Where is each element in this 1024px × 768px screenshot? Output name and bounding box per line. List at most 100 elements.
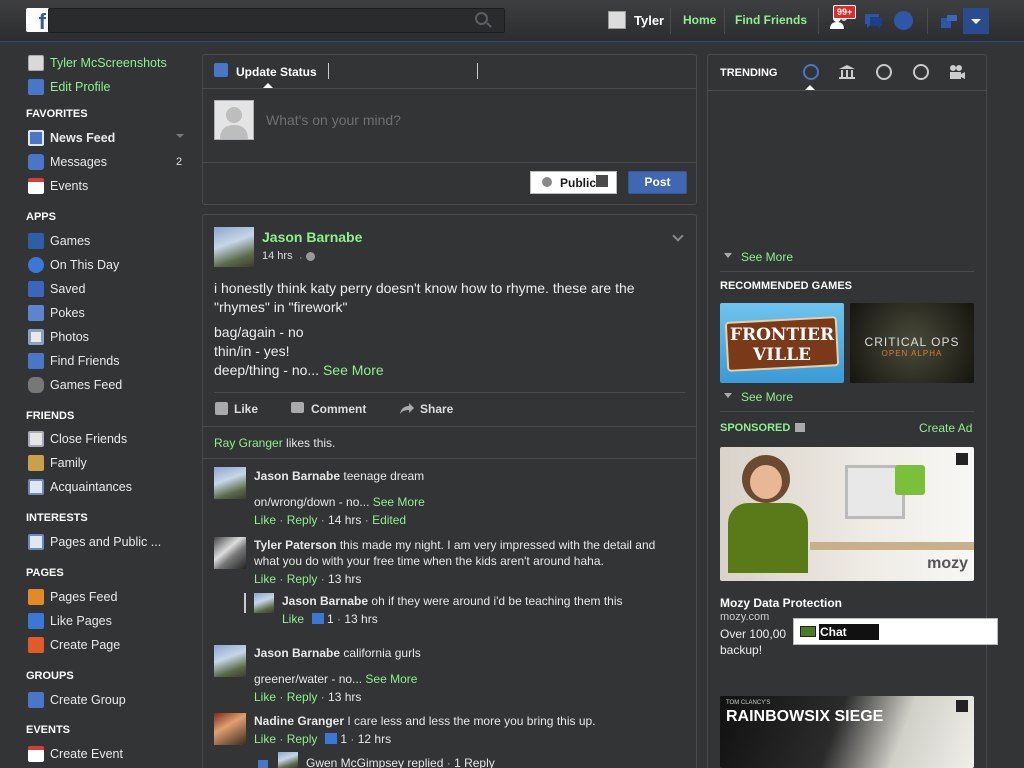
notifications-globe-icon[interactable] [894,11,913,30]
edit-profile-link[interactable]: Edit Profile [50,80,110,94]
tab-update-status[interactable]: Update Status [236,65,317,79]
megaphone-icon [795,423,805,432]
comment-time[interactable]: 14 hrs [328,513,361,527]
sidebar-edit-profile[interactable]: Edit Profile [28,77,110,97]
profile-name-link[interactable]: Tyler McScreenshots [50,56,167,70]
ad-title[interactable]: Mozy Data Protection [720,596,842,610]
ad-url[interactable]: mozy.com [720,611,769,623]
comment-time[interactable]: 13 hrs [344,612,377,626]
comment-reply-link[interactable]: Reply [287,572,318,586]
post-time[interactable]: 14 hrs [262,250,293,262]
post-button[interactable]: Post [628,171,687,194]
status-input[interactable]: What's on your mind? [266,112,401,128]
post-author[interactable]: Jason Barnabe [262,229,362,245]
replies-count[interactable]: 1 Reply [454,756,495,768]
search-input[interactable] [48,8,505,33]
avatar[interactable] [214,467,246,499]
sidebar-item-create-group[interactable]: Create Group [28,690,126,710]
chat-label[interactable]: Chat [819,624,879,640]
edited-link[interactable]: Edited [372,513,406,527]
comment-like-link[interactable]: Like [282,612,304,626]
sports-icon[interactable] [913,64,929,80]
liker-link[interactable]: Ray Granger [214,436,283,450]
avatar[interactable] [214,713,246,745]
ad-image-mozy[interactable]: mozy [720,447,974,581]
see-more-link[interactable]: See More [741,250,793,264]
comment-like-link[interactable]: Like [254,572,276,586]
replies-link[interactable]: Gwen McGimpsey replied · 1 Reply [306,755,495,768]
account-menu-button[interactable] [963,8,989,34]
comment-reply-link[interactable]: Reply [287,690,318,704]
sidebar-item-games[interactable]: Games [28,231,90,251]
ad-image-rainbow-six[interactable]: TOM CLANCY'S RAINBOWSIX SIEGE [720,696,974,768]
comment-reply-link[interactable]: Reply [287,732,318,746]
sidebar-item-on-this-day[interactable]: On This Day [28,255,119,275]
sidebar-item-saved[interactable]: Saved [28,279,85,299]
game-tile-critical-ops[interactable]: CRITICAL OPS OPEN ALPHA [850,303,974,383]
sidebar-item-pages-and-public[interactable]: Pages and Public ... [28,532,161,552]
sidebar-item-messages[interactable]: Messages [28,152,107,172]
comment-reply-link[interactable]: Reply [287,513,318,527]
home-link[interactable]: Home [683,13,716,27]
reply-author[interactable]: Gwen McGimpsey [306,756,404,768]
comment-author[interactable]: Nadine Granger [254,714,344,728]
ad-close-icon[interactable] [956,453,968,465]
find-friends-link[interactable]: Find Friends [735,13,807,27]
game-tile-frontierville[interactable]: FRONTIER VILLE [720,303,844,383]
entertainment-icon[interactable] [948,64,966,80]
sidebar-item-family[interactable]: Family [28,453,87,473]
audience-label: Public [560,176,597,190]
facebook-logo[interactable]: f [26,8,50,32]
sidebar-item-games-feed[interactable]: Games Feed [28,375,122,395]
profile-link[interactable]: Tyler [634,13,664,28]
ad-close-icon[interactable] [956,700,968,712]
comment-author[interactable]: Tyler Paterson [254,538,336,552]
share-button[interactable]: Share [420,402,453,416]
sidebar-profile[interactable]: Tyler McScreenshots [28,53,167,73]
comment-author[interactable]: Jason Barnabe [254,469,340,483]
see-more-link[interactable]: See More [323,362,384,378]
sidebar-item-news-feed[interactable]: News Feed [28,128,115,148]
sidebar-item-events[interactable]: Events [28,176,88,196]
science-icon[interactable] [876,64,892,80]
gamepad-icon [28,377,44,393]
like-button[interactable]: Like [234,402,258,416]
sidebar-item-label: Events [50,179,89,193]
trending-top-icon[interactable] [803,64,819,80]
avatar[interactable] [214,537,246,569]
messages-icon[interactable] [862,12,884,30]
create-ad-link[interactable]: Create Ad [919,421,972,435]
comment-like-link[interactable]: Like [254,732,276,746]
comment-like-link[interactable]: Like [254,690,276,704]
sidebar-item-like-pages[interactable]: Like Pages [28,611,112,631]
comment-like-link[interactable]: Like [254,513,276,527]
comment-time[interactable]: 12 hrs [358,732,391,746]
comment-author[interactable]: Jason Barnabe [282,594,368,608]
avatar[interactable] [214,227,254,267]
avatar[interactable] [278,752,298,768]
comment-time[interactable]: 13 hrs [328,690,361,704]
sidebar-item-create-page[interactable]: Create Page [28,635,120,655]
comment-author[interactable]: Jason Barnabe [254,646,340,660]
notification-badge: 99+ [833,5,857,19]
politics-icon[interactable] [838,64,856,80]
avatar[interactable] [254,593,274,613]
sidebar-item-photos[interactable]: Photos [28,327,89,347]
see-more-link[interactable]: See More [741,390,793,404]
sidebar-item-find-friends[interactable]: Find Friends [28,351,119,371]
chevron-down-icon[interactable] [176,134,184,138]
avatar[interactable] [608,11,626,29]
sidebar-item-create-event[interactable]: Create Event [28,744,123,764]
sidebar-item-pages-feed[interactable]: Pages Feed [28,587,117,607]
see-more-link[interactable]: See More [373,495,425,509]
privacy-shortcuts-icon[interactable] [940,13,958,29]
comment-time[interactable]: 13 hrs [328,572,361,586]
comment-button[interactable]: Comment [311,402,366,416]
avatar[interactable] [214,645,246,677]
search-icon[interactable] [475,12,488,25]
sidebar-item-pokes[interactable]: Pokes [28,303,85,323]
sidebar-item-acquaintances[interactable]: Acquaintances [28,477,132,497]
like-count[interactable]: 1 [327,612,334,626]
sidebar-item-close-friends[interactable]: Close Friends [28,429,127,449]
see-more-link[interactable]: See More [365,672,417,686]
